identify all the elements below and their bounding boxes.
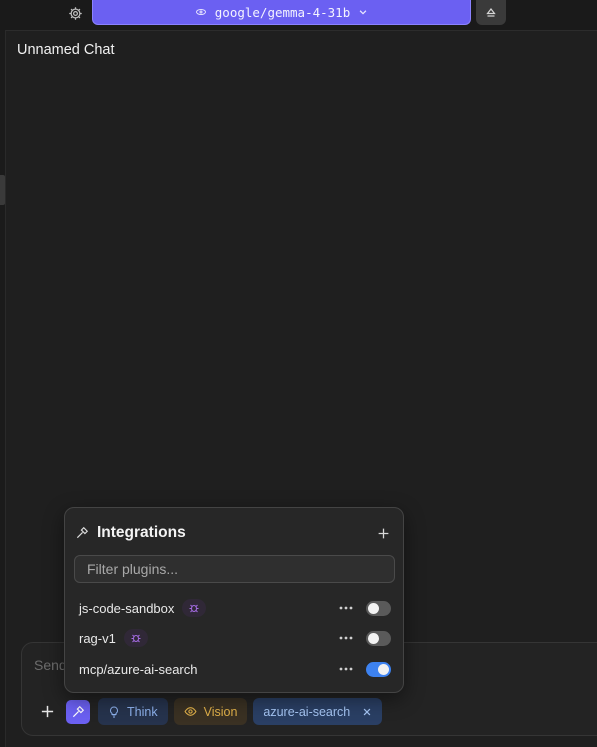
integrations-popover: Integrations js-code-sandbox rag-v1	[64, 507, 404, 693]
chat-title: Unnamed Chat	[17, 42, 115, 58]
integrations-header: Integrations	[75, 522, 393, 544]
composer-toolbar: Think Vision azure-ai-search	[34, 698, 383, 725]
integrations-title: Integrations	[97, 524, 186, 541]
plugin-bug-badge	[182, 599, 207, 617]
integration-chip-label: azure-ai-search	[263, 704, 351, 719]
plugin-name: mcp/azure-ai-search	[79, 661, 198, 677]
toggle-knob	[368, 632, 379, 644]
sidebar-resize-handle[interactable]	[0, 175, 5, 205]
close-icon[interactable]	[362, 707, 372, 717]
bug-icon	[131, 634, 141, 643]
more-horizontal-icon	[339, 636, 353, 640]
add-integration-button[interactable]	[373, 523, 393, 543]
eject-icon	[486, 7, 496, 17]
plugin-enable-toggle[interactable]	[366, 661, 391, 677]
plugin-enable-toggle[interactable]	[366, 600, 391, 616]
plugin-bug-badge	[123, 629, 148, 647]
vision-label: Vision	[203, 704, 238, 719]
lightbulb-icon	[110, 705, 118, 717]
message-input-placeholder[interactable]: Send	[34, 657, 67, 673]
more-horizontal-icon	[339, 667, 353, 671]
toggle-knob	[368, 602, 379, 614]
filter-plugins-input[interactable]	[74, 555, 395, 583]
plugin-row: rag-v1	[79, 627, 391, 649]
more-horizontal-icon	[339, 606, 353, 610]
add-attachment-button[interactable]	[34, 699, 60, 725]
plus-icon	[41, 705, 53, 718]
toggle-knob	[378, 663, 389, 675]
plugin-row: js-code-sandbox	[79, 597, 391, 619]
plugin-row: mcp/azure-ai-search	[79, 658, 391, 680]
think-chip[interactable]: Think	[98, 698, 168, 725]
eye-icon	[184, 707, 197, 716]
think-label: Think	[127, 704, 158, 719]
gear-icon	[68, 6, 82, 20]
settings-button[interactable]	[64, 2, 86, 24]
hammer-icon	[76, 526, 89, 539]
integrations-toggle-button[interactable]	[66, 699, 90, 724]
top-bar: google/gemma-4-31b	[0, 0, 597, 31]
plugin-options-button[interactable]	[336, 598, 356, 618]
plugin-name: rag-v1	[79, 630, 116, 646]
chevron-down-icon	[359, 10, 367, 15]
azure-ai-search-chip[interactable]: azure-ai-search	[253, 698, 383, 725]
plugin-name: js-code-sandbox	[79, 600, 175, 616]
plugin-enable-toggle[interactable]	[366, 630, 391, 646]
bug-icon	[189, 604, 199, 613]
model-icon	[195, 9, 206, 15]
plugin-options-button[interactable]	[336, 659, 356, 679]
plugin-options-button[interactable]	[336, 628, 356, 648]
eject-model-button[interactable]	[476, 0, 506, 25]
vision-chip[interactable]: Vision	[173, 698, 248, 725]
model-selector-button[interactable]: google/gemma-4-31b	[92, 0, 471, 25]
sidebar-edge	[0, 30, 6, 747]
hammer-icon	[72, 705, 85, 717]
plus-icon	[378, 528, 388, 538]
model-name: google/gemma-4-31b	[214, 4, 351, 20]
